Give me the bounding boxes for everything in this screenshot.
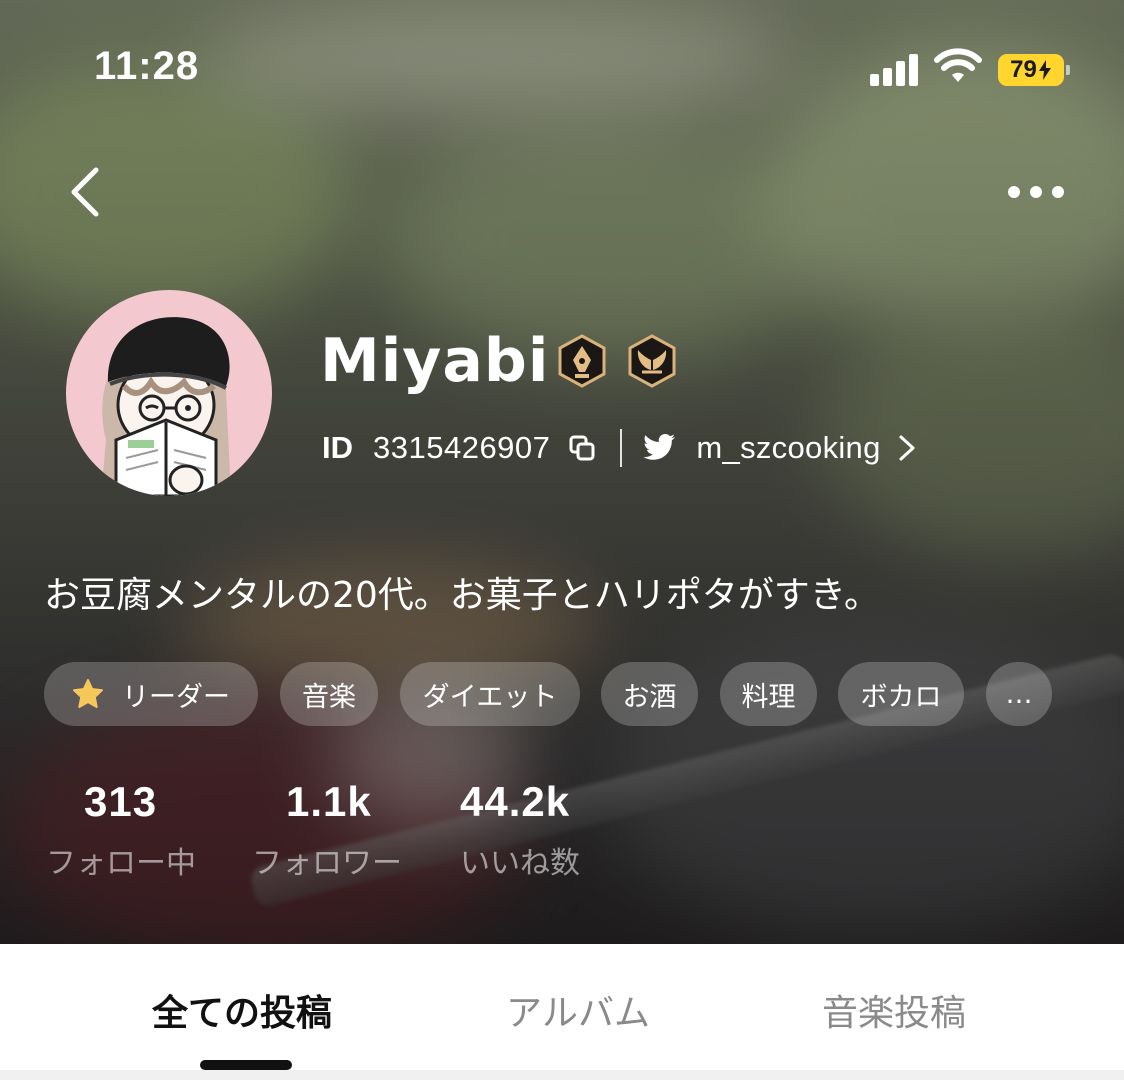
chevron-right-icon[interactable] (897, 433, 917, 463)
active-tab-indicator (200, 1060, 292, 1070)
followers-count[interactable]: 1.1k (286, 778, 372, 826)
status-time: 11:28 (94, 44, 200, 88)
tag-label: ボカロ (860, 681, 942, 713)
content-area-top (0, 1070, 1124, 1080)
wings-badge-icon[interactable] (627, 334, 677, 388)
tab-albums[interactable]: アルバム (506, 984, 650, 1036)
tag-label: ダイエット (422, 681, 558, 713)
tag-chip[interactable]: 音楽 (280, 662, 378, 726)
star-icon (73, 679, 103, 708)
tag-label: お酒 (622, 681, 677, 713)
tag-chip[interactable]: ボカロ (838, 662, 964, 726)
tag-label: … (1005, 678, 1033, 710)
following-label[interactable]: フォロー中 (46, 838, 196, 882)
tab-all-posts[interactable]: 全ての投稿 (152, 984, 332, 1036)
twitter-bird-icon (643, 434, 676, 460)
twitter-handle-link[interactable]: m_szcooking (696, 430, 880, 466)
id-label: ID (322, 430, 353, 465)
pen-nib-badge-icon[interactable] (557, 334, 607, 388)
divider (620, 429, 623, 467)
username: Miyabi (320, 326, 550, 396)
id-row: ID 3315426907 m_szcooking (322, 426, 917, 470)
tag-label: 音楽 (302, 681, 356, 713)
interest-tags: リーダー 音楽 ダイエット お酒 料理 ボカロ … (0, 662, 1124, 728)
tab-music-posts[interactable]: 音楽投稿 (822, 984, 966, 1036)
following-count[interactable]: 313 (84, 778, 157, 826)
tag-label: リーダー (122, 681, 230, 713)
likes-count[interactable]: 44.2k (460, 778, 570, 826)
tag-label: 料理 (741, 681, 796, 713)
battery-level: 79 (1010, 56, 1037, 83)
avatar-illustration (101, 317, 231, 496)
user-id-value: 3315426907 (373, 430, 551, 465)
tag-chip[interactable]: お酒 (601, 662, 698, 726)
followers-label[interactable]: フォロワー (252, 838, 402, 882)
cellular-signal-icon (870, 54, 918, 86)
tag-chip[interactable]: 料理 (720, 662, 817, 726)
tag-chip-leader[interactable]: リーダー (44, 662, 258, 726)
charging-bolt-icon (1038, 60, 1051, 80)
copy-icon[interactable] (568, 434, 596, 462)
ellipsis-icon[interactable] (1008, 182, 1066, 202)
more-tags-button[interactable]: … (986, 662, 1052, 726)
battery-indicator: 79 (998, 54, 1070, 86)
wifi-icon (934, 48, 982, 82)
avatar[interactable] (66, 290, 272, 496)
content-tab-bar: 全ての投稿 アルバム 音楽投稿 (0, 944, 1124, 1070)
likes-label[interactable]: いいね数 (460, 838, 580, 882)
profile-bio: お豆腐メンタルの20代。お菓子とハリポタがすき。 (44, 575, 881, 616)
tag-chip[interactable]: ダイエット (400, 662, 580, 726)
chevron-left-icon[interactable] (66, 164, 106, 220)
